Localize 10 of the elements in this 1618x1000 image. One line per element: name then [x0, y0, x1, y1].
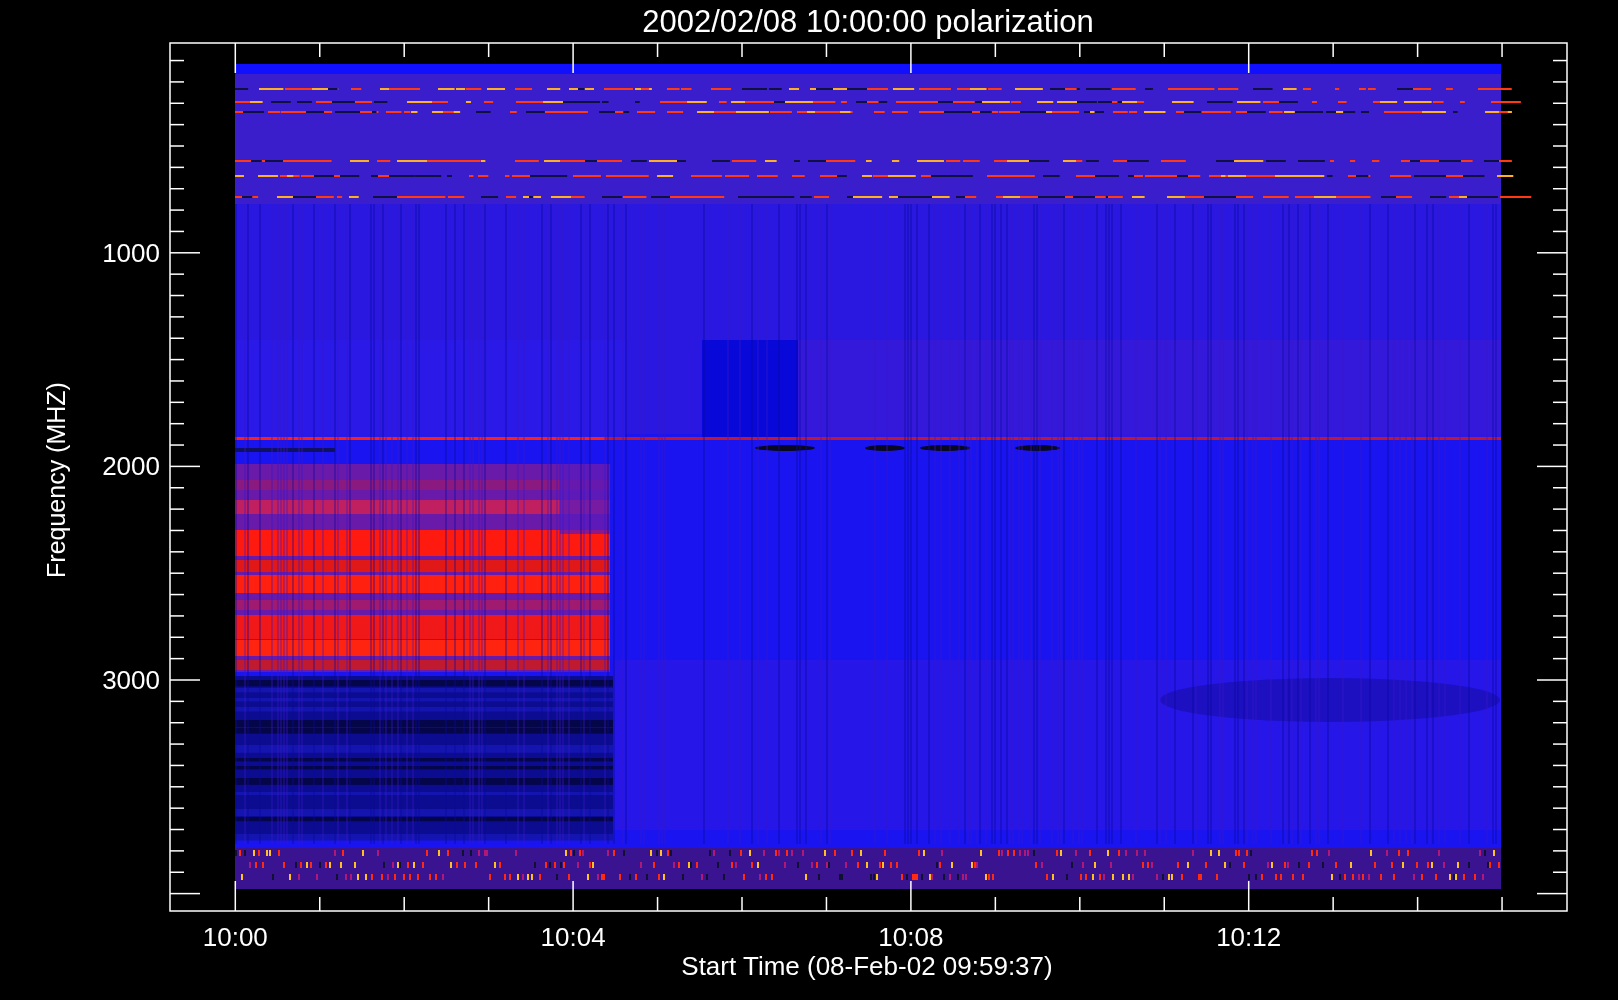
tick-label: 10:00 — [202, 922, 268, 952]
tick-label: 3000 — [102, 665, 160, 695]
tick-label: 2000 — [102, 451, 160, 482]
axis-title: Start Time (08-Feb-02 09:59:37) — [681, 951, 1053, 981]
tick-label: 10:04 — [540, 922, 606, 952]
tick-label: 1000 — [102, 237, 160, 268]
axis-title: Frequency (MHZ) — [42, 382, 70, 578]
tick-label: 10:08 — [878, 922, 944, 952]
chart-title: 2002/02/08 10:00:00 polarization — [642, 4, 1094, 39]
tick-label: 10:12 — [1216, 922, 1282, 952]
